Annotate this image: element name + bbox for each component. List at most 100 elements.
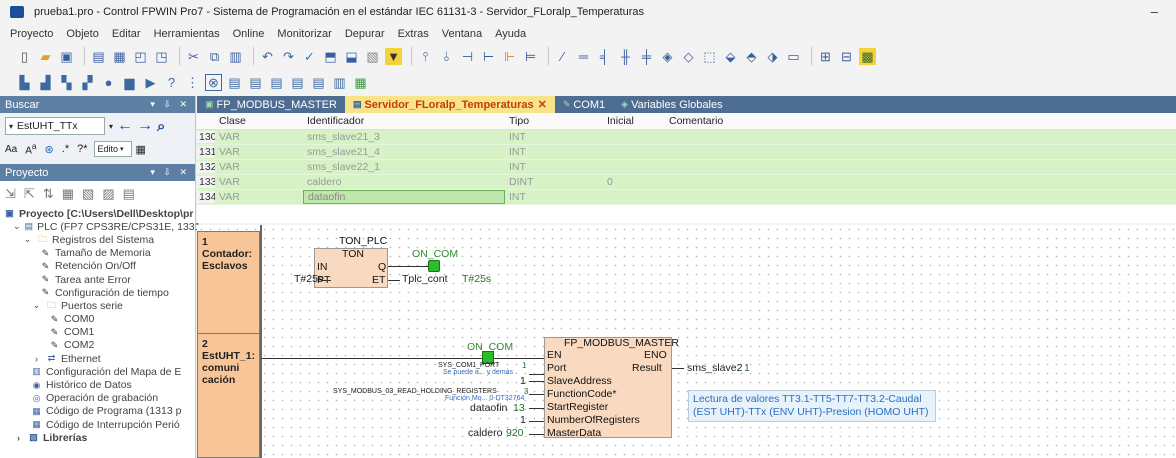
- memory5-icon[interactable]: ▤: [310, 74, 327, 91]
- edit-scope-select[interactable]: Edito ▾: [93, 141, 132, 157]
- table-cell[interactable]: VAR: [215, 161, 303, 173]
- tree-collapse-icon[interactable]: ⇱: [24, 186, 35, 202]
- new-file-icon[interactable]: ▯: [16, 48, 33, 65]
- table-cell[interactable]: sms_slave21_4: [303, 146, 505, 158]
- vline-icon[interactable]: ╡: [596, 48, 613, 65]
- print-icon[interactable]: ▤: [90, 48, 107, 65]
- memory4-icon[interactable]: ▤: [289, 74, 306, 91]
- pt-input[interactable]: T#25s: [294, 273, 323, 285]
- port-constant[interactable]: SYS_COM1_PORT: [438, 362, 499, 369]
- monitor-vars-icon[interactable]: ⊟: [838, 48, 855, 65]
- tree-item[interactable]: ▦ Código de Programa (1313 p: [0, 405, 195, 418]
- tree-list-icon[interactable]: ▤: [123, 186, 135, 202]
- replace-icon[interactable]: ▦: [136, 143, 146, 156]
- tree-item[interactable]: ✎ Tarea ante Error: [0, 273, 195, 286]
- column-header[interactable]: Tipo: [505, 115, 603, 127]
- breakpoint-icon[interactable]: ⋮: [184, 74, 201, 91]
- table-cell[interactable]: VAR: [215, 191, 303, 203]
- tree-view-icon[interactable]: ▧: [82, 186, 94, 202]
- table-cell[interactable]: caldero: [303, 176, 505, 188]
- memory-icon[interactable]: ▤: [226, 74, 243, 91]
- minimize-button[interactable]: –: [1151, 4, 1158, 19]
- link-icon[interactable]: ⊛: [45, 143, 54, 156]
- coil-set-icon[interactable]: ◇: [680, 48, 697, 65]
- tree-item[interactable]: › ⇄ Ethernet: [0, 352, 195, 365]
- tree-item[interactable]: ✎ COM1: [0, 326, 195, 339]
- table-cell[interactable]: DINT: [505, 176, 603, 188]
- find-next-arrow-icon[interactable]: →: [137, 117, 153, 135]
- master-data-var[interactable]: caldero: [468, 427, 502, 439]
- tab-0[interactable]: ▣ FP_MODBUS_MASTER: [197, 96, 345, 113]
- table-cell[interactable]: 130: [197, 131, 215, 143]
- rung-2-header[interactable]: 2 EstUHT_1: comuni cación: [197, 333, 260, 458]
- run-icon[interactable]: ●: [100, 74, 117, 91]
- step-icon[interactable]: ▶: [142, 74, 159, 91]
- chevron-down-icon[interactable]: ▾: [120, 145, 124, 153]
- table-cell[interactable]: INT: [505, 161, 603, 173]
- compile-icon[interactable]: ⬒: [322, 48, 339, 65]
- table-cell[interactable]: 132: [197, 161, 215, 173]
- rung-comment[interactable]: Lectura de valores TT3.1-TT5-TT7-TT3.2-C…: [688, 390, 936, 422]
- menu-item[interactable]: Depurar: [345, 28, 385, 40]
- tree-item[interactable]: ▦ Código de Interrupción Perió: [0, 418, 195, 431]
- search-input[interactable]: ▾ EstUHT_TTx: [5, 117, 105, 135]
- tab-3[interactable]: ◈ Variables Globales: [613, 96, 730, 113]
- column-header[interactable]: Identificador: [303, 115, 505, 127]
- print-preview-icon[interactable]: ▦: [111, 48, 128, 65]
- chevron-down-icon[interactable]: ⌄: [31, 300, 42, 311]
- chevron-down-icon[interactable]: ⌄: [13, 221, 21, 232]
- table-row[interactable]: 131 VAR sms_slave21_4 INT: [197, 145, 1176, 160]
- fb-instance-name[interactable]: TON_PLC: [339, 235, 387, 247]
- table-cell[interactable]: 0: [603, 176, 665, 188]
- tree-item[interactable]: ▣ Proyecto [C:\Users\Dell\Desktop\pr: [0, 207, 195, 220]
- tree-item[interactable]: ✎ COM0: [0, 313, 195, 326]
- column-header[interactable]: Comentario: [665, 115, 925, 127]
- plc-download-icon[interactable]: ▙: [16, 74, 33, 91]
- paste-icon[interactable]: ▥: [227, 48, 244, 65]
- insert-fb-icon[interactable]: ⊢: [480, 48, 497, 65]
- save-icon[interactable]: ▣: [58, 48, 75, 65]
- force-icon[interactable]: ⊗: [205, 73, 222, 91]
- tree-item[interactable]: ✎ Configuración de tiempo: [0, 286, 195, 299]
- find-previous-icon[interactable]: ←: [117, 117, 133, 135]
- slave-address-input[interactable]: 1: [520, 375, 526, 387]
- panel-controls[interactable]: ▾ ⇩ ✕: [150, 99, 190, 110]
- chevron-right-icon[interactable]: ›: [31, 353, 42, 364]
- contact-nc-icon[interactable]: ╪: [638, 48, 655, 65]
- function-constant[interactable]: SYS_MODBUS_03_READ_HOLDING_REGISTERS: [333, 388, 497, 395]
- table-row[interactable]: 134 VAR dataofin INT: [197, 190, 1176, 205]
- redo-icon[interactable]: ↷: [280, 48, 297, 65]
- cut-icon[interactable]: ✂: [185, 48, 202, 65]
- table-cell[interactable]: VAR: [215, 131, 303, 143]
- wildcard-icon[interactable]: ?*: [77, 143, 87, 155]
- whole-word-icon[interactable]: Aa: [25, 141, 36, 156]
- column-header[interactable]: Inicial: [603, 115, 665, 127]
- tree-item[interactable]: ⌄ 🗀 Puertos serie: [0, 299, 195, 312]
- trace-icon[interactable]: ▦: [352, 74, 369, 91]
- chevron-down-icon[interactable]: ▾: [9, 122, 13, 131]
- menu-item[interactable]: Ventana: [442, 28, 482, 40]
- ladder-contact-neg-icon[interactable]: ⫰: [438, 48, 455, 65]
- find-next-icon[interactable]: ◳: [153, 48, 170, 65]
- tree-item[interactable]: ✎ COM2: [0, 339, 195, 352]
- menu-item[interactable]: Editar: [112, 28, 141, 40]
- contact-no-icon[interactable]: ╫: [617, 48, 634, 65]
- insert-var-icon[interactable]: ⊩: [501, 48, 518, 65]
- plc-upload-icon[interactable]: ▟: [37, 74, 54, 91]
- tree-props-icon[interactable]: ▦: [62, 186, 74, 202]
- tree-item[interactable]: ✎ Tamaño de Memoria: [0, 247, 195, 260]
- chevron-down-icon[interactable]: ⌄: [22, 234, 33, 245]
- menu-item[interactable]: Monitorizar: [277, 28, 331, 40]
- insert-jump-icon[interactable]: ⊨: [522, 48, 539, 65]
- table-cell[interactable]: dataofin: [303, 190, 505, 204]
- menu-item[interactable]: Objeto: [66, 28, 98, 40]
- menu-item[interactable]: Proyecto: [10, 28, 53, 40]
- open-folder-icon[interactable]: ▰: [37, 48, 54, 65]
- table-row[interactable]: 130 VAR sms_slave21_3 INT: [197, 130, 1176, 145]
- copy-icon[interactable]: ⧉: [206, 48, 223, 65]
- regex-icon[interactable]: .*: [62, 143, 69, 155]
- check-icon[interactable]: ✓: [301, 48, 318, 65]
- memory3-icon[interactable]: ▤: [268, 74, 285, 91]
- tree-add-icon[interactable]: ▨: [102, 186, 114, 202]
- build-icon[interactable]: ▧: [364, 48, 381, 65]
